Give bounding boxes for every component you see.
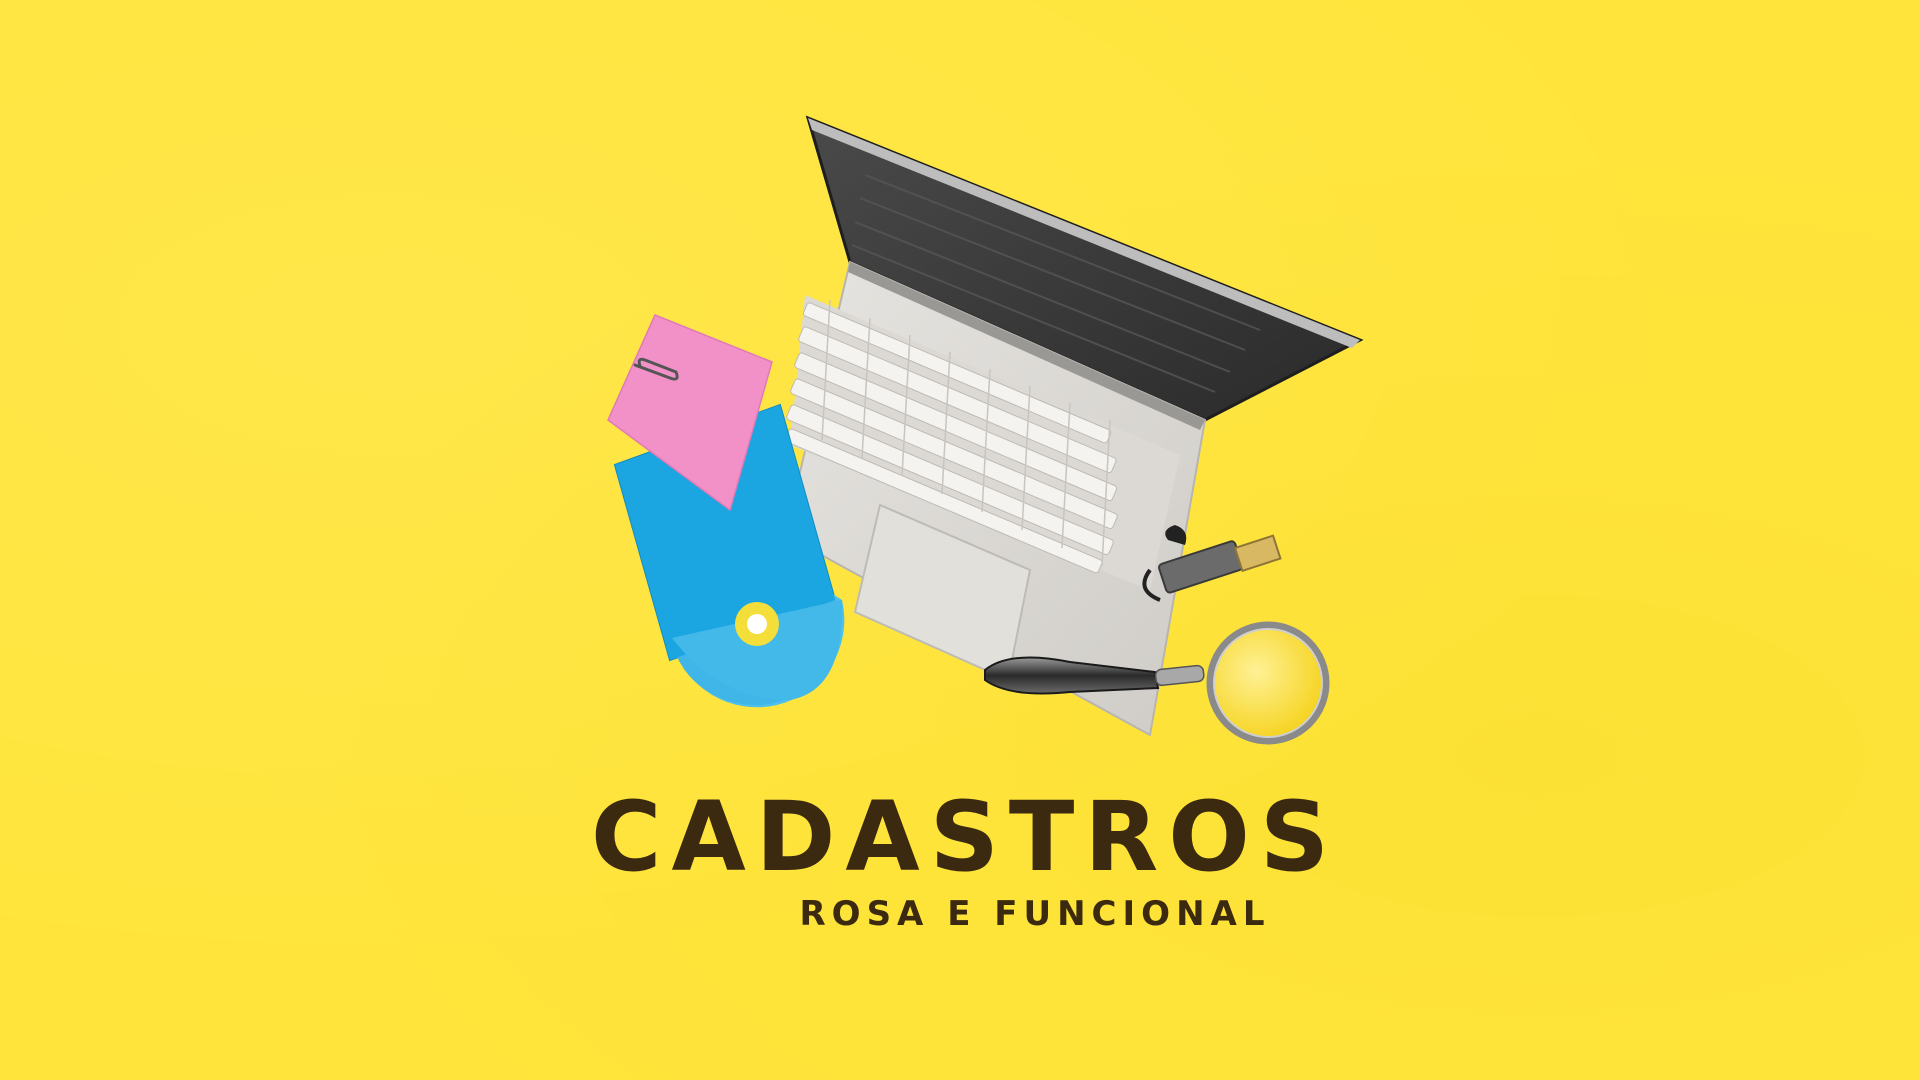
title-block: CADASTROS ROSA E FUNCIONAL: [0, 782, 1920, 934]
subtitle: ROSA E FUNCIONAL: [799, 894, 1271, 934]
main-title: CADASTROS: [590, 781, 1340, 893]
desk-illustration: [607, 115, 1364, 745]
